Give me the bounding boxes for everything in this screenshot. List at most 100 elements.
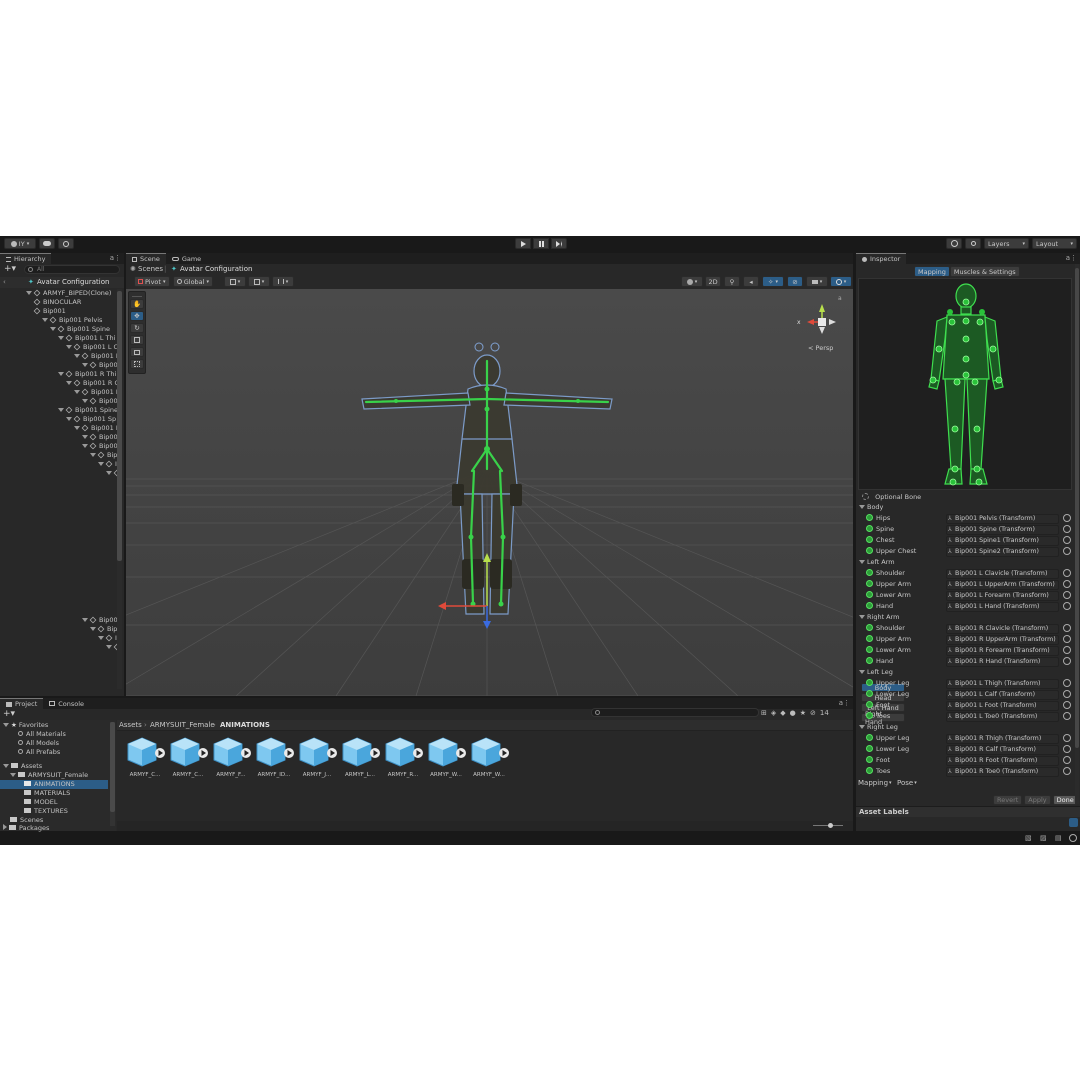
asset-labels-header[interactable]: Asset Labels [856,806,1080,817]
object-picker-icon[interactable] [1063,569,1071,577]
tab-mapping[interactable]: Mapping [914,266,950,277]
bone-transform-field[interactable]: ⅄ Bip001 L Hand (Transform) [946,601,1059,612]
tab-hierarchy[interactable]: Hierarchy [0,253,52,264]
asset-item[interactable]: ARMYF_J... [297,736,337,778]
tag-icon[interactable] [1069,818,1078,827]
bone-group-header[interactable]: Right Leg [859,722,898,732]
hierarchy-row[interactable]: I [98,634,117,643]
favorite-all-prefabs[interactable]: All Prefabs [18,748,60,757]
bone-group-header[interactable]: Left Leg [859,667,893,677]
bone-transform-field[interactable]: ⅄ Bip001 L Toe0 (Transform) [946,711,1059,722]
chevron-down-icon[interactable] [74,426,80,430]
account-button[interactable]: IY ▾ [4,238,36,249]
object-picker-icon[interactable] [1063,525,1071,533]
star-icon[interactable]: ★ [800,709,806,717]
folder-textures[interactable]: TEXTURES [24,807,68,816]
pause-button[interactable] [533,238,549,249]
assets-row[interactable]: Assets [3,762,42,771]
more-options-icon[interactable]: ⋮ [114,254,121,262]
chevron-down-icon[interactable] [66,417,72,421]
bone-transform-field[interactable]: ⅄ Bip001 L Thigh (Transform) [946,678,1059,689]
chevron-down-icon[interactable] [82,618,88,622]
hidden-packages-icon[interactable]: ⊘ [810,709,816,717]
hierarchy-row[interactable]: Bip001 L C [66,343,118,352]
object-picker-icon[interactable] [1063,591,1071,599]
audio-toggle[interactable]: ◂ [743,276,759,287]
lock-icon[interactable]: a [838,295,842,302]
object-picker-icon[interactable] [1063,657,1071,665]
bone-transform-field[interactable]: ⅄ Bip001 R UpperArm (Transform) [946,634,1059,645]
tab-game[interactable]: Game [166,253,207,264]
scale-tool[interactable] [130,335,144,345]
done-button[interactable]: Done [1052,794,1078,805]
object-picker-icon[interactable] [1063,679,1071,687]
mapping-dropdown[interactable]: Mapping ▾ [858,779,892,787]
chevron-down-icon[interactable] [74,390,80,394]
breadcrumb-scenes[interactable]: Scenes [138,265,163,273]
network-icon[interactable]: ▤ [1055,834,1062,842]
bone-transform-field[interactable]: ⅄ Bip001 R Foot (Transform) [946,755,1059,766]
back-arrow-icon[interactable]: ‹ [3,278,6,286]
chevron-down-icon[interactable] [82,399,88,403]
bone-transform-field[interactable]: ⅄ Bip001 R Thigh (Transform) [946,733,1059,744]
apply-button[interactable]: Apply [1024,794,1051,805]
hierarchy-row[interactable]: Bip00 [82,433,118,442]
chevron-down-icon[interactable] [26,291,32,295]
hierarchy-scrollbar[interactable] [117,289,122,689]
bone-group-header[interactable]: Right Arm [859,612,900,622]
hierarchy-row[interactable]: Bip00 [82,616,118,625]
chevron-down-icon[interactable] [42,318,48,322]
bone-transform-field[interactable]: ⅄ Bip001 L UpperArm (Transform) [946,579,1059,590]
folder-materials[interactable]: MATERIALS [24,789,70,798]
hierarchy-row[interactable]: Bip001 R Thi [58,370,116,379]
hierarchy-row[interactable]: Bip001 [33,307,66,316]
revert-button[interactable]: Revert [993,794,1023,805]
pivot-dropdown[interactable]: Pivot ▾ [134,276,170,287]
bone-transform-field[interactable]: ⅄ Bip001 Pelvis (Transform) [946,513,1059,524]
pose-dropdown[interactable]: Pose ▾ [897,779,917,787]
history-button[interactable] [946,238,962,249]
hierarchy-row[interactable]: Bip001 R C [66,379,118,388]
object-picker-icon[interactable] [1063,547,1071,555]
hierarchy-row[interactable]: Bip [90,625,117,634]
more-options-icon[interactable]: ⋮ [1070,254,1077,262]
object-picker-icon[interactable] [1063,514,1071,522]
chevron-down-icon[interactable] [82,444,88,448]
breadcrumb-assets[interactable]: Assets [119,721,142,729]
asset-item[interactable]: ARMYF_ID... [254,736,294,778]
layers-dropdown[interactable]: Layers ▾ [984,238,1029,249]
object-picker-icon[interactable] [1063,734,1071,742]
rotate-tool[interactable]: ↻ [130,323,144,333]
info-icon[interactable]: ● [790,709,796,717]
hierarchy-row[interactable]: Bip00 [82,442,118,451]
scene-viewport[interactable]: x a < Persp ✋ ✥ ↻ [126,289,853,696]
object-picker-icon[interactable] [1063,756,1071,764]
project-search-input[interactable] [591,708,759,717]
add-icon[interactable]: +▾ [3,710,15,719]
tag-icon[interactable]: ◆ [780,709,785,717]
tab-inspector[interactable]: Inspector [856,253,907,264]
progress-icon[interactable]: ▧ [1025,834,1032,842]
hierarchy-row[interactable]: I [98,460,117,469]
move-tool[interactable]: ✥ [130,311,144,321]
hierarchy-row[interactable]: Bip00 [82,361,118,370]
object-picker-icon[interactable] [1063,745,1071,753]
chevron-down-icon[interactable] [90,453,96,457]
asset-item[interactable]: ARMYF_F... [211,736,251,778]
camera-dropdown[interactable]: ▾ [806,276,828,287]
breadcrumb-armysuit[interactable]: ARMYSUIT_Female [150,721,215,729]
asset-item[interactable]: ARMYF_C... [168,736,208,778]
check-icon[interactable] [1069,834,1077,842]
object-picker-icon[interactable] [1063,536,1071,544]
bone-transform-field[interactable]: ⅄ Bip001 R Forearm (Transform) [946,645,1059,656]
hierarchy-row[interactable]: ARMYF_BIPED(Clone) [26,289,111,298]
asset-item[interactable]: ARMYF_R... [383,736,423,778]
bone-group-header[interactable]: Left Arm [859,557,895,567]
hierarchy-row[interactable]: Bip001 Pelvis [42,316,102,325]
avatar-body-diagram[interactable] [858,278,1072,490]
asset-item[interactable]: ARMYF_L... [340,736,380,778]
search-by-type-icon[interactable]: ⊞ [761,709,767,717]
tab-console[interactable]: Console [43,698,90,709]
chevron-down-icon[interactable] [98,636,104,640]
more-options-icon[interactable]: ⋮ [843,699,850,707]
